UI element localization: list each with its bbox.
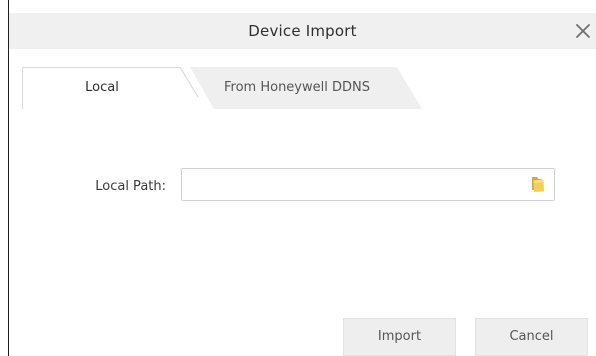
tab-local[interactable]: Local xyxy=(22,67,182,109)
local-path-label: Local Path: xyxy=(95,179,166,194)
tab-honeywell-ddns[interactable]: From Honeywell DDNS xyxy=(202,67,392,109)
folder-icon[interactable] xyxy=(529,174,549,194)
dialog-title: Device Import xyxy=(248,22,357,40)
device-import-dialog: Device Import Local From Honeywell DDNS … xyxy=(0,0,596,356)
cancel-button[interactable]: Cancel xyxy=(475,318,588,356)
dialog-titlebar: Device Import xyxy=(9,13,596,49)
import-source-tabs: Local From Honeywell DDNS xyxy=(22,67,442,109)
close-icon[interactable] xyxy=(572,20,594,42)
local-path-input[interactable] xyxy=(181,168,555,201)
import-button[interactable]: Import xyxy=(343,318,456,356)
dialog-left-border xyxy=(8,0,9,356)
